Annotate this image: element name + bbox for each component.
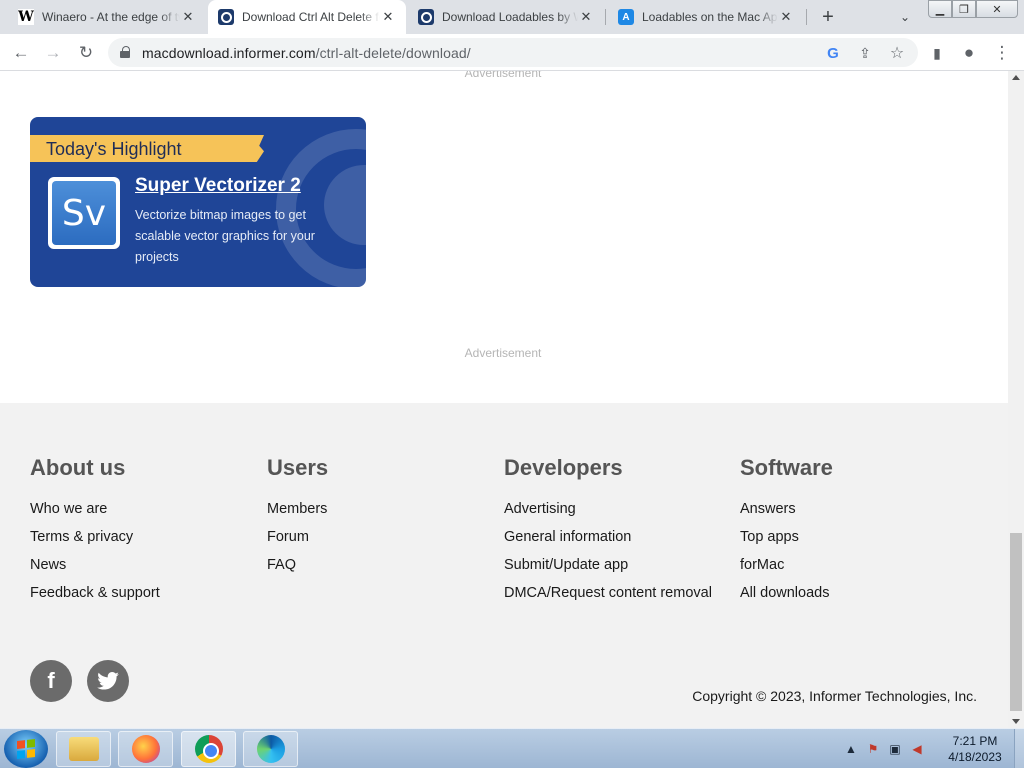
footer-link[interactable]: All downloads (740, 583, 833, 611)
informer-favicon-icon (218, 9, 234, 25)
footer-heading: Developers (504, 455, 623, 480)
highlight-app-description: Vectorize bitmap images to get scalable … (135, 208, 315, 264)
reload-icon[interactable]: ↻ (73, 40, 99, 66)
start-button[interactable] (4, 730, 48, 768)
plus-icon[interactable]: + (816, 5, 840, 29)
show-desktop-button[interactable] (1014, 729, 1024, 768)
action-center-icon[interactable]: ⚑ (862, 738, 884, 760)
footer-heading: Software (740, 455, 833, 480)
app-store-favicon-icon: A (618, 9, 634, 25)
system-tray: ▲ ⚑ ▣ ◀ (840, 729, 928, 768)
footer-link[interactable]: News (30, 555, 160, 583)
windows-logo-icon (17, 739, 35, 759)
scroll-down-arrow-icon[interactable] (1012, 719, 1020, 724)
footer-link[interactable]: Forum (267, 527, 328, 555)
tab-title: Download Loadables by Whiskey (442, 10, 578, 24)
window-close-icon[interactable]: ✕ (976, 0, 1018, 18)
footer-link[interactable]: forMac (740, 555, 833, 583)
tab-winaero[interactable]: W Winaero - At the edge of tweaking ✕ (8, 0, 206, 34)
address-bar[interactable]: macdownload.informer.com/ctrl-alt-delete… (108, 38, 918, 67)
volume-muted-icon[interactable]: ◀ (906, 738, 928, 760)
tab-title: Download Ctrl Alt Delete for Mac (242, 10, 380, 24)
windows-taskbar: ▲ ⚑ ▣ ◀ 7:21 PM 4/18/2023 (0, 728, 1024, 768)
side-panel-icon[interactable]: ▮ (924, 40, 950, 66)
highlight-app-title-link[interactable]: Super Vectorizer 2 (135, 175, 301, 197)
profile-icon[interactable]: ● (956, 40, 982, 66)
highlight-ribbon: Today's Highlight (30, 135, 254, 162)
footer-link[interactable]: Top apps (740, 527, 833, 555)
forward-arrow-icon[interactable]: → (40, 40, 66, 66)
footer-link[interactable]: Answers (740, 499, 833, 527)
lock-icon[interactable] (120, 46, 130, 58)
page-viewport: Advertisement Today's Highlight Sv Super… (0, 71, 1008, 728)
star-icon[interactable]: ☆ (886, 42, 908, 64)
network-icon[interactable]: ▣ (884, 738, 906, 760)
footer-link[interactable]: Advertising (504, 499, 712, 527)
footer-link[interactable]: General information (504, 527, 712, 555)
footer-column-software: Software Answers Top apps forMac All dow… (740, 455, 833, 611)
tab-close-icon[interactable]: ✕ (380, 9, 396, 25)
url-text: macdownload.informer.com/ctrl-alt-delete… (142, 45, 471, 61)
chevron-down-icon[interactable]: ⌄ (894, 6, 916, 28)
tab-loadables-download[interactable]: Download Loadables by Whiskey ✕ (408, 0, 604, 34)
share-icon[interactable]: ⇪ (854, 42, 876, 64)
footer-column-users: Users Members Forum FAQ (267, 455, 328, 583)
tab-ctrl-alt-delete[interactable]: Download Ctrl Alt Delete for Mac ✕ (208, 0, 406, 34)
restore-icon[interactable]: ❐ (952, 0, 976, 18)
footer-link[interactable]: Terms & privacy (30, 527, 160, 555)
scrollbar-thumb[interactable] (1010, 533, 1022, 711)
copyright-text: Copyright © 2023, Informer Technologies,… (692, 688, 977, 704)
scroll-up-arrow-icon[interactable] (1012, 75, 1020, 80)
browser-toolbar: ← → ↻ macdownload.informer.com/ctrl-alt-… (0, 34, 1024, 71)
clock-time: 7:21 PM (952, 734, 998, 748)
page-scrollbar[interactable] (1008, 71, 1024, 728)
footer-heading: Users (267, 455, 329, 480)
edge-icon[interactable] (243, 731, 298, 767)
informer-favicon-icon (418, 9, 434, 25)
tab-title: Winaero - At the edge of tweaking (42, 10, 180, 24)
clock-date: 4/18/2023 (948, 750, 1002, 764)
footer-link[interactable]: Who we are (30, 499, 160, 527)
super-vectorizer-app-icon[interactable]: Sv (48, 177, 120, 249)
advertisement-label: Advertisement (464, 71, 542, 80)
tab-separator (605, 9, 606, 25)
twitter-icon[interactable] (87, 660, 129, 702)
show-hidden-icons-chevron-icon[interactable]: ▲ (840, 738, 862, 760)
winaero-favicon-icon: W (18, 9, 34, 25)
explorer-icon[interactable] (56, 731, 111, 767)
advertisement-label: Advertisement (464, 346, 542, 360)
footer-link[interactable]: Feedback & support (30, 583, 160, 611)
footer-heading: About us (30, 455, 126, 480)
chrome-icon[interactable] (181, 731, 236, 767)
footer-link[interactable]: Members (267, 499, 328, 527)
footer-column-developers: Developers Advertising General informati… (504, 455, 712, 611)
system-clock[interactable]: 7:21 PM 4/18/2023 (940, 733, 1010, 765)
tab-separator (806, 9, 807, 25)
tab-title: Loadables on the Mac App Store (642, 10, 778, 24)
kebab-menu-icon[interactable]: ⋮ (989, 40, 1015, 66)
todays-highlight-card[interactable]: Today's Highlight Sv Super Vectorizer 2 … (30, 117, 366, 287)
footer-link[interactable]: FAQ (267, 555, 328, 583)
google-lens-icon[interactable]: G (822, 42, 844, 64)
tab-close-icon[interactable]: ✕ (578, 9, 594, 25)
facebook-icon[interactable]: f (30, 660, 72, 702)
tab-strip: W Winaero - At the edge of tweaking ✕ Do… (0, 0, 1024, 34)
tab-close-icon[interactable]: ✕ (180, 9, 196, 25)
back-arrow-icon[interactable]: ← (8, 40, 34, 66)
footer-column-about: About us Who we are Terms & privacy News… (30, 455, 160, 611)
footer-link[interactable]: DMCA/Request content removal (504, 583, 712, 611)
firefox-icon[interactable] (118, 731, 173, 767)
site-footer: About us Who we are Terms & privacy News… (0, 403, 1008, 728)
tab-loadables-appstore[interactable]: A Loadables on the Mac App Store ✕ (608, 0, 804, 34)
minimize-icon[interactable]: ▁ (928, 0, 952, 18)
tab-close-icon[interactable]: ✕ (778, 9, 794, 25)
footer-link[interactable]: Submit/Update app (504, 555, 712, 583)
